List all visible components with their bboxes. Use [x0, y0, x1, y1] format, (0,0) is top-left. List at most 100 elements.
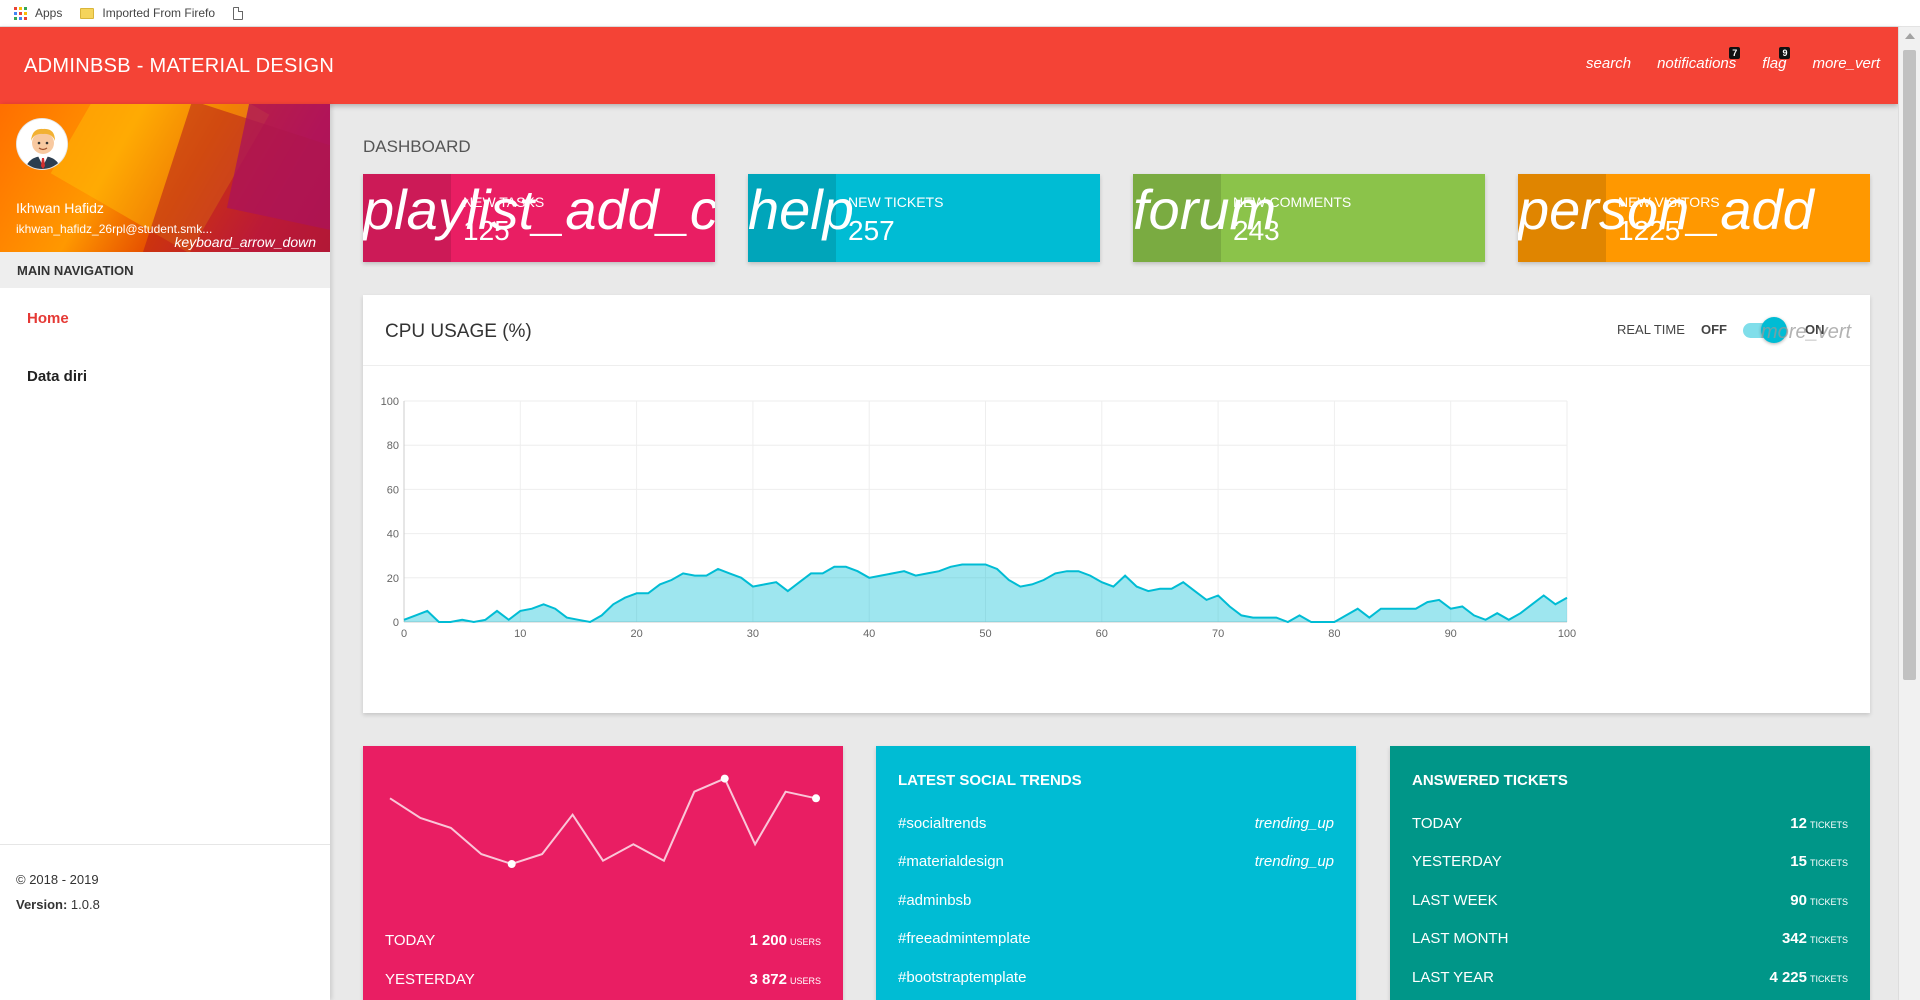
bookmark-apps-label: Apps: [35, 6, 63, 20]
main-content: DASHBOARD playlist_add_check NEW TASKS 1…: [330, 104, 1898, 1000]
stat-value: 3 872 USERS: [749, 971, 821, 988]
cpu-card-title: CPU USAGE (%): [385, 321, 532, 342]
trending-up-icon: trending_up: [1254, 815, 1334, 832]
scrollbar-thumb[interactable]: [1903, 50, 1916, 680]
cpu-usage-chart: 0 10 20 30 40 50 60 70 80 90 100 0 20 40 60 80 100: [381, 396, 1577, 640]
more-vert-icon[interactable]: more_vert: [1761, 321, 1851, 344]
version-number: 1.0.8: [70, 897, 100, 912]
flag-count-badge: 9: [1779, 47, 1791, 59]
stat-unit: TICKETS: [1809, 820, 1848, 830]
user-info-panel: Ikhwan Hafidz ikhwan_hafidz_26rpl@studen…: [0, 104, 330, 252]
page-scrollbar[interactable]: [1898, 27, 1920, 1000]
stat-label: LAST YEAR: [1412, 969, 1494, 986]
realtime-off-label: OFF: [1701, 322, 1727, 337]
user-name: Ikhwan Hafidz: [16, 200, 104, 216]
trend-item[interactable]: #materialdesign trending_up: [898, 853, 1334, 875]
y-tick-label: 100: [381, 396, 399, 408]
page-icon: [233, 6, 244, 20]
answered-tickets-title: ANSWERED TICKETS: [1412, 772, 1568, 789]
stat-unit: TICKETS: [1809, 974, 1848, 984]
stat-label: YESTERDAY: [1412, 853, 1502, 870]
stat-number: 4 225: [1769, 969, 1807, 986]
stat-value: 4 225 TICKETS: [1769, 969, 1848, 986]
visitors-row-today: TODAY 1 200 USERS: [385, 932, 821, 954]
notifications-button[interactable]: notifications 7: [1657, 47, 1741, 72]
bookmark-page[interactable]: [233, 6, 244, 20]
x-tick-label: 20: [630, 628, 642, 640]
stat-number: 12: [1790, 815, 1807, 832]
visitors-row-yesterday: YESTERDAY 3 872 USERS: [385, 971, 821, 993]
x-tick-label: 30: [747, 628, 759, 640]
more-vert-icon[interactable]: more_vert: [1812, 55, 1880, 72]
stat-number: 90: [1790, 892, 1807, 909]
visitors-sparkline: [389, 774, 820, 868]
trend-tag: #materialdesign: [898, 853, 1004, 870]
x-tick-label: 60: [1096, 628, 1108, 640]
cpu-area-fill: [404, 564, 1567, 622]
tickets-row-last-month: LAST MONTH 342 TICKETS: [1412, 930, 1848, 952]
trend-item[interactable]: #bootstraptemplate: [898, 969, 1334, 991]
stat-unit: USERS: [789, 937, 821, 947]
bookmark-imported-folder[interactable]: Imported From Firefo: [80, 6, 215, 20]
social-trends-card: LATEST SOCIAL TRENDS #socialtrends trend…: [876, 746, 1356, 1000]
sidebar-item-data-diri[interactable]: Data diri: [27, 368, 87, 385]
sparkline-point: [507, 860, 516, 868]
realtime-label: REAL TIME: [1617, 322, 1685, 337]
scroll-up-arrow-icon[interactable]: [1905, 33, 1915, 39]
playlist-add-check-icon: playlist_add_check: [363, 178, 715, 241]
bookmark-folder-label: Imported From Firefo: [102, 6, 216, 20]
trend-tag: #adminbsb: [898, 892, 972, 909]
legal-footer: © 2018 - 2019 Version: 1.0.8: [0, 844, 330, 917]
stat-number: 3 872: [749, 971, 787, 988]
info-box-new-comments[interactable]: forum NEW COMMENTS 243: [1133, 174, 1485, 262]
trend-tag: #socialtrends: [898, 815, 987, 832]
cpu-usage-card: CPU USAGE (%) REAL TIME OFF ON more_vert…: [363, 295, 1870, 713]
y-tick-label: 40: [387, 529, 399, 541]
stat-unit: TICKETS: [1809, 935, 1848, 945]
sparkline-path: [389, 777, 817, 866]
stat-label: LAST MONTH: [1412, 930, 1509, 947]
left-sidebar: Ikhwan Hafidz ikhwan_hafidz_26rpl@studen…: [0, 104, 330, 1000]
search-icon[interactable]: search: [1586, 55, 1631, 72]
stat-label: YESTERDAY: [385, 971, 475, 988]
info-box-new-visitors[interactable]: person_add NEW VISITORS 1225: [1518, 174, 1870, 262]
brand-title[interactable]: ADMINBSB - MATERIAL DESIGN: [24, 55, 334, 78]
info-box-label: NEW TASKS: [463, 194, 545, 210]
y-tick-label: 20: [387, 573, 399, 585]
y-tick-label: 80: [387, 440, 399, 452]
stat-label: TODAY: [385, 932, 436, 949]
tickets-row-last-week: LAST WEEK 90 TICKETS: [1412, 892, 1848, 914]
x-tick-label: 80: [1328, 628, 1340, 640]
bookmarks-bar: Apps Imported From Firefo: [0, 0, 1920, 27]
info-box-new-tasks[interactable]: playlist_add_check NEW TASKS 125: [363, 174, 715, 262]
cpu-card-header: CPU USAGE (%) REAL TIME OFF ON more_vert: [363, 295, 1870, 366]
sidebar-item-home[interactable]: Home: [27, 310, 69, 327]
keyboard-arrow-down-icon[interactable]: keyboard_arrow_down: [174, 234, 316, 250]
trend-item[interactable]: #adminbsb: [898, 892, 1334, 914]
stat-number: 15: [1790, 853, 1807, 870]
flag-button[interactable]: flag 9: [1762, 47, 1791, 72]
tickets-row-yesterday: YESTERDAY 15 TICKETS: [1412, 853, 1848, 875]
trending-up-icon: trending_up: [1254, 853, 1334, 870]
info-box-value: 1225: [1618, 215, 1681, 246]
bookmark-apps[interactable]: Apps: [14, 6, 62, 20]
avatar[interactable]: [16, 118, 68, 170]
top-actions: search notifications 7 flag 9 more_vert: [1560, 47, 1880, 72]
stat-number: 1 200: [749, 932, 787, 949]
notifications-icon: notifications: [1657, 55, 1737, 72]
stat-value: 342 TICKETS: [1782, 930, 1848, 947]
info-box-new-tickets[interactable]: help NEW TICKETS 257: [748, 174, 1100, 262]
stat-number: 342: [1781, 930, 1807, 947]
x-tick-label: 40: [863, 628, 875, 640]
x-tick-label: 90: [1445, 628, 1457, 640]
stat-unit: TICKETS: [1809, 897, 1848, 907]
tickets-row-last-year: LAST YEAR 4 225 TICKETS: [1412, 969, 1848, 991]
trend-item[interactable]: #socialtrends trending_up: [898, 815, 1334, 837]
stat-label: LAST WEEK: [1412, 892, 1498, 909]
stat-label: TODAY: [1412, 815, 1463, 832]
trend-item[interactable]: #freeadmintemplate: [898, 930, 1334, 952]
y-tick-label: 0: [393, 617, 399, 629]
main-navigation-header: MAIN NAVIGATION: [0, 252, 330, 288]
x-tick-label: 100: [1558, 628, 1576, 640]
version-label: Version:: [16, 897, 68, 912]
